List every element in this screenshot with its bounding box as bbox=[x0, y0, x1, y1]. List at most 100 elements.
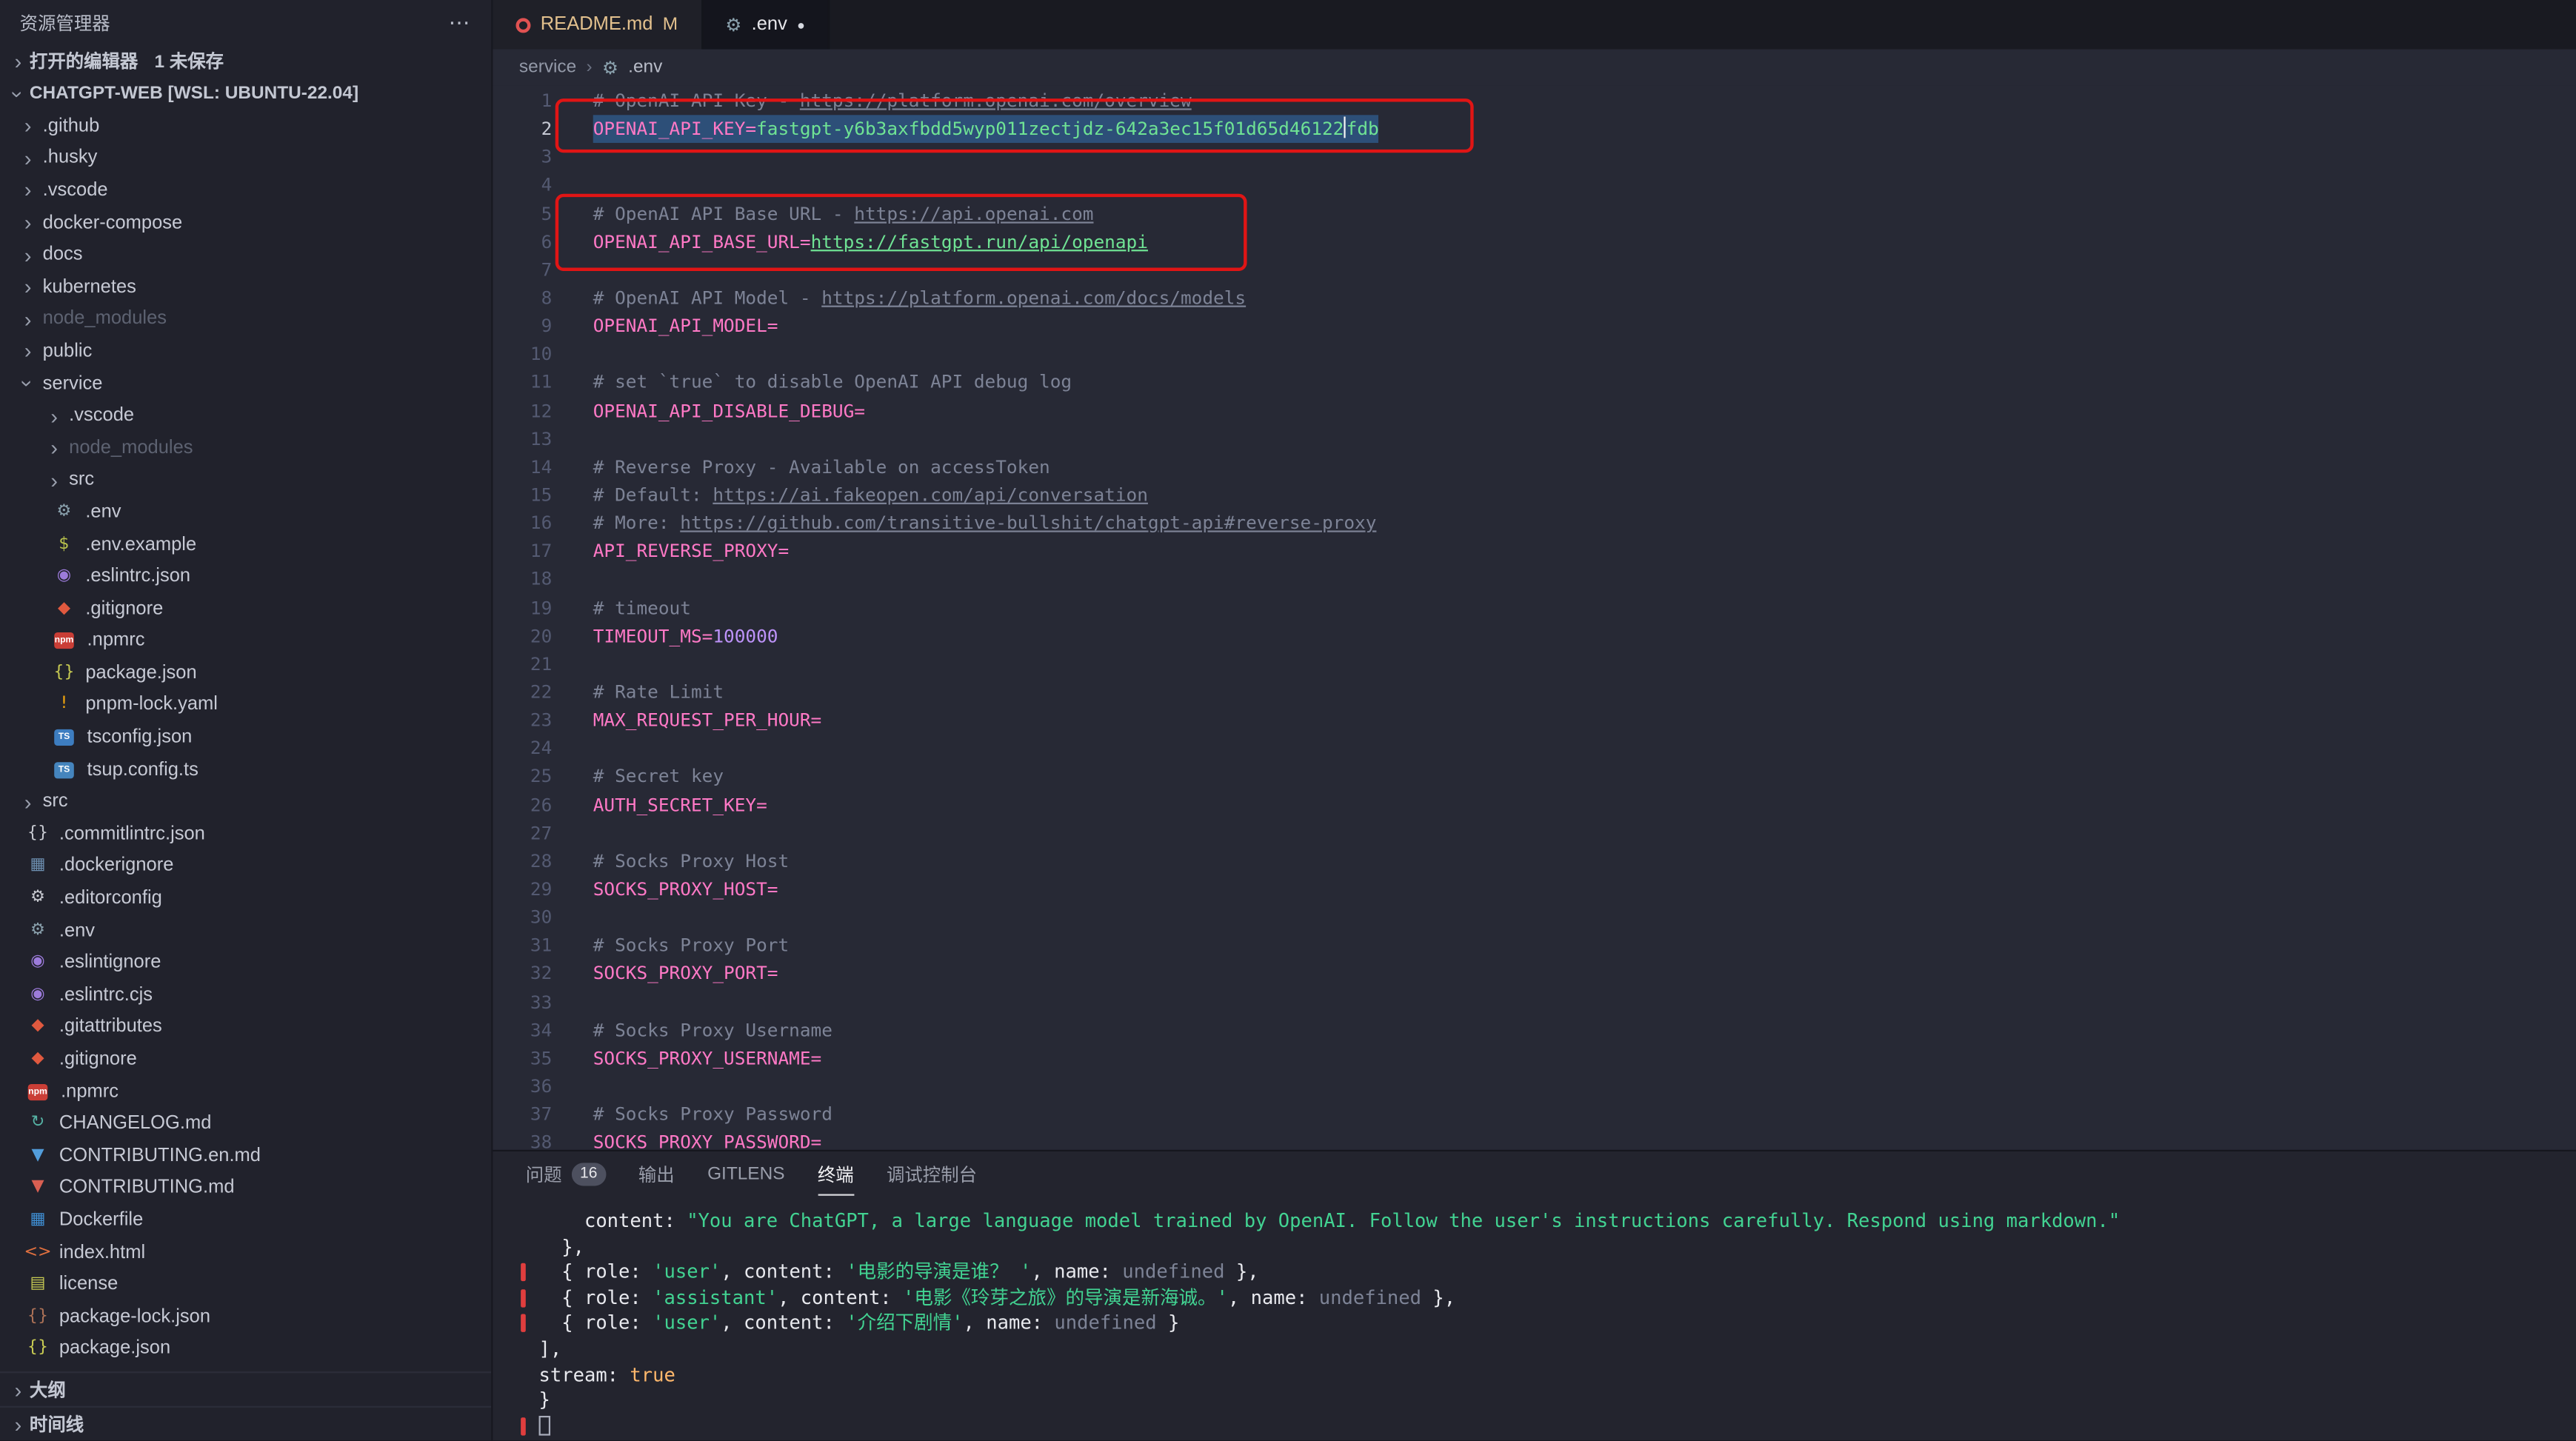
editor-line[interactable]: 34# Socks Proxy Username bbox=[493, 1016, 2576, 1044]
editor-line[interactable]: 4 bbox=[493, 172, 2576, 200]
editorconfig-icon: ⚙ bbox=[26, 890, 49, 906]
tree-folder-.github[interactable]: ›.github bbox=[0, 110, 491, 142]
tree-folder-.husky[interactable]: ›.husky bbox=[0, 142, 491, 174]
panel-tab-debug-console[interactable]: 调试控制台 bbox=[887, 1151, 977, 1196]
editor-line[interactable]: 31# Socks Proxy Port bbox=[493, 932, 2576, 960]
tree-folder-node_modules[interactable]: ›node_modules bbox=[0, 303, 491, 335]
editor-line[interactable]: 37# Socks Proxy Password bbox=[493, 1100, 2576, 1129]
tree-file-license[interactable]: ▤license bbox=[0, 1268, 491, 1300]
panel-tab-gitlens[interactable]: GITLENS bbox=[707, 1151, 784, 1196]
explorer-sidebar: 资源管理器 ⋯ › 打开的编辑器 1 未保存 › CHATGPT-WEB [WS… bbox=[0, 0, 493, 1440]
tree-file-package.json[interactable]: {}package.json bbox=[0, 657, 491, 689]
tree-file-tsconfig.json[interactable]: TStsconfig.json bbox=[0, 721, 491, 753]
tab-env[interactable]: ⚙.env● bbox=[702, 0, 830, 50]
tab-readme-md[interactable]: README.mdM bbox=[493, 0, 702, 50]
timeline-section[interactable]: › 时间线 bbox=[0, 1406, 491, 1441]
tree-file-tsup.config.ts[interactable]: TStsup.config.ts bbox=[0, 754, 491, 786]
tree-file-.npmrc[interactable]: npm.npmrc bbox=[0, 1075, 491, 1107]
tree-file-.eslintrc.cjs[interactable]: ◉.eslintrc.cjs bbox=[0, 979, 491, 1011]
line-number: 12 bbox=[493, 397, 552, 425]
editor-line[interactable]: 9OPENAI_API_MODEL= bbox=[493, 312, 2576, 341]
editor-line[interactable]: 19# timeout bbox=[493, 594, 2576, 622]
breadcrumb-file[interactable]: .env bbox=[628, 58, 662, 78]
tree-folder-service[interactable]: ›service bbox=[0, 367, 491, 399]
project-root-section[interactable]: › CHATGPT-WEB [WSL: UBUNTU-22.04] bbox=[0, 77, 491, 110]
editor-line[interactable]: 18 bbox=[493, 566, 2576, 594]
editor-line[interactable]: 33 bbox=[493, 988, 2576, 1016]
editor-line[interactable]: 12OPENAI_API_DISABLE_DEBUG= bbox=[493, 397, 2576, 425]
tree-folder-src[interactable]: ›src bbox=[0, 786, 491, 818]
tree-file-.eslintrc.json[interactable]: ◉.eslintrc.json bbox=[0, 561, 491, 592]
outline-section[interactable]: › 大纲 bbox=[0, 1371, 491, 1406]
line-content: # Socks Proxy Password bbox=[593, 1100, 832, 1129]
tree-folder-node_modules[interactable]: ›node_modules bbox=[0, 432, 491, 464]
tree-file-.env[interactable]: ⚙.env bbox=[0, 915, 491, 946]
editor-line[interactable]: 2OPENAI_API_KEY=fastgpt-y6b3axfbdd5wyp01… bbox=[493, 116, 2576, 144]
editor-line[interactable]: 23MAX_REQUEST_PER_HOUR= bbox=[493, 706, 2576, 735]
terminal-output[interactable]: content: "You are ChatGPT, a large langu… bbox=[493, 1196, 2576, 1440]
panel-tab-terminal[interactable]: 终端 bbox=[818, 1151, 854, 1196]
open-editors-section[interactable]: › 打开的编辑器 1 未保存 bbox=[0, 44, 491, 77]
editor-line[interactable]: 15# Default: https://ai.fakeopen.com/api… bbox=[493, 481, 2576, 509]
panel-tab-output[interactable]: 输出 bbox=[638, 1151, 675, 1196]
tree-file-Dockerfile[interactable]: ▦Dockerfile bbox=[0, 1204, 491, 1236]
tree-file-.commitlintrc.json[interactable]: {}.commitlintrc.json bbox=[0, 818, 491, 850]
tree-file-pnpm-lock.yaml[interactable]: !pnpm-lock.yaml bbox=[0, 689, 491, 721]
editor-line[interactable]: 35SOCKS_PROXY_USERNAME= bbox=[493, 1044, 2576, 1072]
tree-file-package.json[interactable]: {}package.json bbox=[0, 1333, 491, 1365]
editor-line[interactable]: 8# OpenAI API Model - https://platform.o… bbox=[493, 284, 2576, 312]
editor-line[interactable]: 20TIMEOUT_MS=100000 bbox=[493, 622, 2576, 650]
editor-line[interactable]: 26AUTH_SECRET_KEY= bbox=[493, 791, 2576, 819]
editor-line[interactable]: 22# Rate Limit bbox=[493, 678, 2576, 706]
tree-file-.eslintignore[interactable]: ◉.eslintignore bbox=[0, 947, 491, 979]
breadcrumb[interactable]: service › ⚙ .env bbox=[493, 50, 2576, 86]
tree-file-.editorconfig[interactable]: ⚙.editorconfig bbox=[0, 883, 491, 915]
tree-file-.gitattributes[interactable]: ◆.gitattributes bbox=[0, 1012, 491, 1043]
editor-line[interactable]: 29SOCKS_PROXY_HOST= bbox=[493, 875, 2576, 903]
editor-line[interactable]: 32SOCKS_PROXY_PORT= bbox=[493, 960, 2576, 988]
tree-file-.gitignore[interactable]: ◆.gitignore bbox=[0, 593, 491, 625]
tree-file-CHANGELOG.md[interactable]: ↻CHANGELOG.md bbox=[0, 1108, 491, 1140]
more-actions-icon[interactable]: ⋯ bbox=[449, 9, 472, 35]
editor-line[interactable]: 1# OpenAI API Key - https://platform.ope… bbox=[493, 87, 2576, 116]
code-editor[interactable]: 1# OpenAI API Key - https://platform.ope… bbox=[493, 85, 2576, 1149]
editor-line[interactable]: 38SOCKS_PROXY_PASSWORD= bbox=[493, 1129, 2576, 1149]
editor-line[interactable]: 30 bbox=[493, 903, 2576, 932]
tree-file-.env[interactable]: ⚙.env bbox=[0, 496, 491, 528]
editor-line[interactable]: 14# Reverse Proxy - Available on accessT… bbox=[493, 453, 2576, 481]
editor-line[interactable]: 13 bbox=[493, 425, 2576, 453]
tree-file-.gitignore[interactable]: ◆.gitignore bbox=[0, 1043, 491, 1075]
tree-folder-.vscode[interactable]: ›.vscode bbox=[0, 400, 491, 432]
tree-folder-docs[interactable]: ›docs bbox=[0, 238, 491, 270]
editor-line[interactable]: 3 bbox=[493, 144, 2576, 172]
tree-file-package-lock.json[interactable]: {}package-lock.json bbox=[0, 1301, 491, 1333]
tree-file-.dockerignore[interactable]: ▦.dockerignore bbox=[0, 850, 491, 882]
tree-folder-kubernetes[interactable]: ›kubernetes bbox=[0, 271, 491, 303]
tree-folder-docker-compose[interactable]: ›docker-compose bbox=[0, 207, 491, 238]
editor-line[interactable]: 28# Socks Proxy Host bbox=[493, 847, 2576, 875]
editor-line[interactable]: 17API_REVERSE_PROXY= bbox=[493, 538, 2576, 566]
tree-folder-src[interactable]: ›src bbox=[0, 464, 491, 496]
editor-line[interactable]: 27 bbox=[493, 819, 2576, 847]
tree-folder-public[interactable]: ›public bbox=[0, 335, 491, 367]
breadcrumb-folder[interactable]: service bbox=[519, 58, 576, 78]
editor-line[interactable]: 7 bbox=[493, 256, 2576, 284]
panel-tab-problems[interactable]: 问题16 bbox=[526, 1151, 606, 1196]
tree-file-.npmrc[interactable]: npm.npmrc bbox=[0, 625, 491, 657]
editor-line[interactable]: 5# OpenAI API Base URL - https://api.ope… bbox=[493, 200, 2576, 228]
tree-folder-.vscode[interactable]: ›.vscode bbox=[0, 175, 491, 207]
editor-line[interactable]: 21 bbox=[493, 650, 2576, 678]
editor-line[interactable]: 6OPENAI_API_BASE_URL=https://fastgpt.run… bbox=[493, 228, 2576, 256]
editor-line[interactable]: 36 bbox=[493, 1072, 2576, 1100]
item-label: .eslintignore bbox=[59, 953, 161, 973]
editor-line[interactable]: 16# More: https://github.com/transitive-… bbox=[493, 509, 2576, 538]
editor-line[interactable]: 24 bbox=[493, 735, 2576, 763]
tree-file-CONTRIBUTING.en.md[interactable]: ▼CONTRIBUTING.en.md bbox=[0, 1140, 491, 1171]
tab-title: .env bbox=[752, 15, 787, 35]
tree-file-index.html[interactable]: <>index.html bbox=[0, 1237, 491, 1268]
tree-file-CONTRIBUTING.md[interactable]: ▼CONTRIBUTING.md bbox=[0, 1172, 491, 1204]
editor-line[interactable]: 11# set `true` to disable OpenAI API deb… bbox=[493, 369, 2576, 397]
editor-line[interactable]: 25# Secret key bbox=[493, 763, 2576, 791]
editor-line[interactable]: 10 bbox=[493, 341, 2576, 369]
tree-file-.env.example[interactable]: $.env.example bbox=[0, 529, 491, 561]
